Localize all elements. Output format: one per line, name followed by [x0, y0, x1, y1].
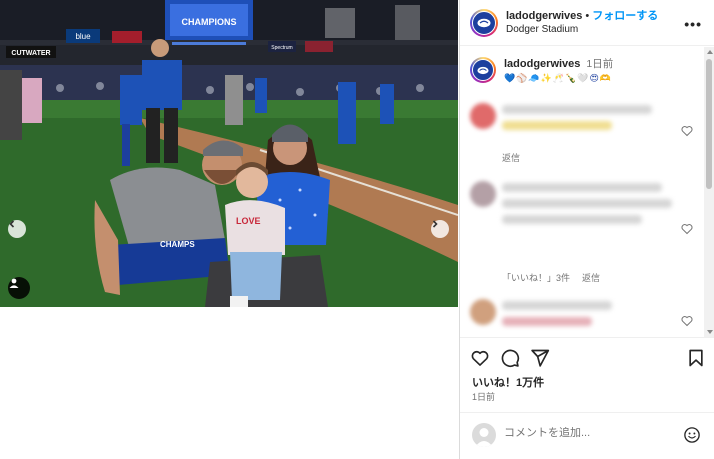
scroll-thumb[interactable] [706, 59, 712, 189]
caption-emojis: 💙⚾🧢✨🥂🍾🤍😍🫶 [504, 73, 613, 83]
author-username[interactable]: ladodgerwives [506, 10, 582, 22]
heart-icon[interactable] [681, 125, 693, 137]
scroll-down-arrow[interactable] [707, 330, 713, 334]
heart-icon[interactable] [681, 315, 693, 327]
smiley-icon[interactable] [683, 426, 701, 444]
current-user-avatar [472, 423, 496, 447]
follow-button[interactable]: フォローする [592, 10, 658, 22]
post-actions: いいね！1万件 1日前 [460, 337, 714, 412]
comment-text-blurred [502, 317, 592, 326]
heart-icon[interactable] [470, 348, 490, 368]
comment-item [460, 295, 714, 337]
location-link[interactable]: Dodger Stadium [506, 23, 658, 37]
shirt-champs-text: CHAMPS [160, 240, 195, 249]
caption-username[interactable]: ladodgerwives [504, 58, 580, 70]
post-caption: ladodgerwives 1日前 💙⚾🧢✨🥂🍾🤍😍🫶 [460, 47, 714, 91]
comment-icon[interactable] [500, 348, 520, 368]
more-icon: ••• [684, 16, 702, 32]
dodgers-logo-icon [477, 66, 489, 74]
comment-input[interactable] [504, 427, 674, 439]
post-timestamp: 1日前 [472, 392, 496, 402]
chevron-right-icon [432, 220, 438, 228]
blue-sign: blue [75, 32, 91, 41]
more-options-button[interactable]: ••• [684, 16, 702, 32]
reply-button[interactable]: 返信 [582, 271, 600, 284]
comment-text-blurred [502, 301, 612, 310]
heart-icon[interactable] [681, 223, 693, 235]
comment-text-blurred [502, 121, 612, 130]
dodgers-logo-icon [477, 18, 491, 27]
shirt-love-text: LOVE [236, 216, 261, 226]
commenter-avatar[interactable] [470, 299, 496, 325]
comment-item: 返信 [460, 99, 714, 169]
chevron-left-icon [9, 220, 15, 228]
comment-composer [460, 412, 714, 459]
next-image-button[interactable] [431, 220, 449, 238]
likes-count[interactable]: いいね！1万件 [472, 374, 544, 390]
scoreboard-text: CHAMPIONS [181, 17, 236, 27]
comment-meta-row: 「いいね！」3件 返信 [460, 271, 714, 285]
post-header: ladodgerwives • フォローする Dodger Stadium ••• [460, 0, 714, 46]
comment-likes-count[interactable]: 「いいね！」3件 [502, 271, 570, 284]
post-side-panel: ladodgerwives • フォローする Dodger Stadium ••• … [459, 0, 714, 459]
author-avatar[interactable] [470, 8, 498, 37]
separator-dot: • [585, 10, 590, 22]
caption-avatar[interactable] [470, 57, 496, 83]
spectrum-sign: Spectrum [271, 45, 292, 51]
reply-button[interactable]: 返信 [502, 151, 520, 164]
scroll-up-arrow[interactable] [707, 50, 713, 54]
commenter-avatar[interactable] [470, 103, 496, 129]
bookmark-icon[interactable] [687, 348, 705, 368]
comments-list: ladodgerwives 1日前 💙⚾🧢✨🥂🍾🤍😍🫶 返信 「いいね！」3件 返 [460, 47, 714, 337]
commenter-avatar[interactable] [470, 181, 496, 207]
tagged-users-button[interactable] [8, 277, 30, 299]
default-avatar-icon [475, 428, 493, 447]
user-tag-icon [9, 278, 19, 288]
stadium-photo: CHAMPIONS CUTWATER blue Spectrum CHAMPS … [0, 0, 458, 307]
comments-scrollbar[interactable] [704, 47, 714, 337]
comment-text-blurred [502, 215, 642, 224]
cutwater-sign: CUTWATER [11, 50, 50, 57]
comment-item [460, 177, 714, 257]
comment-text-blurred [502, 183, 662, 192]
post-image[interactable]: CHAMPIONS CUTWATER blue Spectrum CHAMPS … [0, 0, 458, 307]
comment-text-blurred [502, 105, 652, 114]
caption-timestamp: 1日前 [586, 58, 614, 70]
previous-image-button[interactable] [8, 220, 26, 238]
comment-text-blurred [502, 199, 672, 208]
share-icon[interactable] [530, 348, 550, 368]
